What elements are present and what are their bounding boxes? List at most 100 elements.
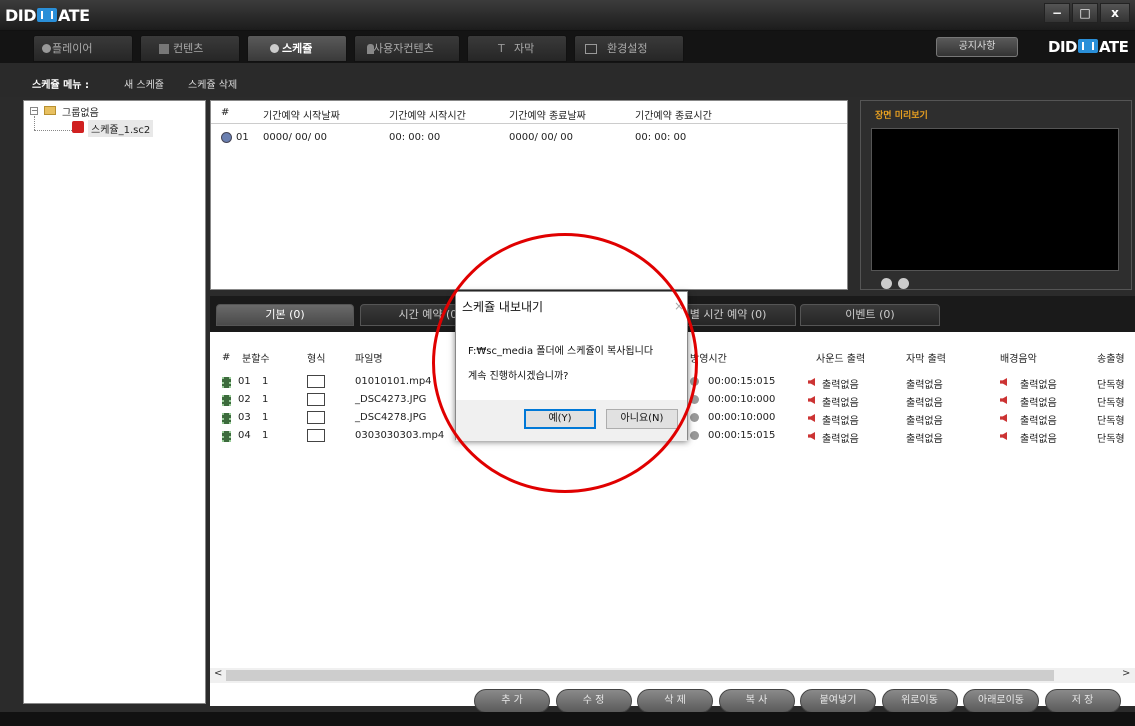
end-time[interactable]: 00: 00: 00 xyxy=(635,132,686,143)
notice-button[interactable]: 공지사항 xyxy=(936,37,1018,57)
tab-settings[interactable]: 환경설정 xyxy=(574,35,684,62)
start-time[interactable]: 00: 00: 00 xyxy=(389,132,440,143)
tab-basic[interactable]: 기본 (0) xyxy=(216,304,354,326)
row-number: 02 xyxy=(238,394,251,405)
horizontal-scrollbar[interactable]: < > xyxy=(210,668,1135,683)
bgm-output: 출력없음 xyxy=(1020,416,1057,427)
header-divider xyxy=(211,123,847,124)
collapse-icon[interactable]: − xyxy=(30,107,38,115)
add-button[interactable]: 추 가 xyxy=(474,689,550,713)
col-header: # xyxy=(222,352,231,363)
speaker-icon xyxy=(808,432,815,440)
bgm-output: 출력없음 xyxy=(1020,398,1057,409)
row-number: 04 xyxy=(238,430,251,441)
film-icon xyxy=(159,44,169,54)
schedule-menu-bar: 스케쥴 메뉴 : 새 스케쥴 스케쥴 삭제 xyxy=(0,63,1135,97)
tree-line xyxy=(34,130,72,131)
sound-output: 출력없음 xyxy=(822,434,859,445)
subtitle-output: 출력없음 xyxy=(906,416,943,427)
col-header: 기간예약 시작날짜 xyxy=(263,111,340,122)
paste-button[interactable]: 붙여넣기 xyxy=(800,689,876,713)
tab-contents[interactable]: 컨텐츠 xyxy=(140,35,240,62)
col-header: 기간예약 종료날짜 xyxy=(509,111,586,122)
move-down-button[interactable]: 아래로이동 xyxy=(963,689,1039,713)
tab-schedule[interactable]: 스케쥴 xyxy=(247,35,347,62)
clock-icon xyxy=(690,413,699,422)
col-header: 형식 xyxy=(307,354,326,365)
settings-icon xyxy=(585,44,597,54)
start-date[interactable]: 0000/ 00/ 00 xyxy=(263,132,327,143)
file-name: _DSC4273.JPG xyxy=(355,394,427,405)
format-box[interactable] xyxy=(307,375,325,388)
format-box[interactable] xyxy=(307,393,325,406)
subtitle-output: 출력없음 xyxy=(906,398,943,409)
status-bar xyxy=(0,712,1135,726)
minimize-button[interactable]: − xyxy=(1044,3,1070,23)
folder-icon xyxy=(44,106,56,115)
col-header: 분할수 xyxy=(242,354,270,365)
schedule-file-icon xyxy=(72,121,84,133)
col-header: 사운드 출력 xyxy=(816,354,866,365)
sound-output: 출력없음 xyxy=(822,380,859,391)
format-box[interactable] xyxy=(307,429,325,442)
move-up-button[interactable]: 위로이동 xyxy=(881,689,958,713)
scroll-left-icon[interactable]: < xyxy=(214,668,222,679)
split-count: 1 xyxy=(262,376,269,387)
speaker-icon xyxy=(1000,396,1007,404)
speaker-icon xyxy=(1000,414,1007,422)
tab-label: 환경설정 xyxy=(607,42,648,55)
user-icon xyxy=(367,44,374,54)
title-bar: DID ATE − □ x xyxy=(0,0,1135,31)
edit-button[interactable]: 수 정 xyxy=(555,689,632,713)
brand-logo: DID ATE xyxy=(1048,38,1129,56)
delete-schedule-link[interactable]: 스케쥴 삭제 xyxy=(188,76,237,91)
save-button[interactable]: 저 장 xyxy=(1044,689,1121,713)
new-schedule-link[interactable]: 새 스케쥴 xyxy=(124,76,164,91)
speaker-icon xyxy=(1000,378,1007,386)
tab-event[interactable]: 이벤트 (0) xyxy=(800,304,940,326)
tab-player[interactable]: 플레이어 xyxy=(33,35,133,62)
end-date[interactable]: 0000/ 00/ 00 xyxy=(509,132,573,143)
duration: 00:00:15:015 xyxy=(708,430,776,441)
bgm-output: 출력없음 xyxy=(1020,434,1057,445)
tab-subtitle[interactable]: T 자막 xyxy=(467,35,567,62)
tab-label: 플레이어 xyxy=(52,42,93,55)
split-count: 1 xyxy=(262,412,269,423)
tree-item-schedule[interactable]: 스케쥴_1.sc2 xyxy=(88,120,154,137)
scroll-right-icon[interactable]: > xyxy=(1122,668,1130,679)
copy-button[interactable]: 복 사 xyxy=(718,689,795,713)
speaker-icon xyxy=(808,414,815,422)
split-count: 1 xyxy=(262,394,269,405)
split-count: 1 xyxy=(262,430,269,441)
delete-button[interactable]: 삭 제 xyxy=(637,689,713,713)
row-number: 01 xyxy=(238,376,251,387)
schedule-menu-label: 스케쥴 메뉴 : xyxy=(32,80,89,91)
play-icon[interactable] xyxy=(881,278,892,289)
send-mode: 단독형 xyxy=(1097,380,1125,391)
scrollbar-thumb[interactable] xyxy=(226,670,1054,681)
close-button[interactable]: x xyxy=(1100,3,1130,23)
tab-user-contents[interactable]: 사용자컨텐츠 xyxy=(354,35,460,62)
row-number: 03 xyxy=(238,412,251,423)
file-name: 0303030303.mp4 xyxy=(355,430,445,441)
tree-root-label[interactable]: 그룹없음 xyxy=(62,104,99,119)
speaker-icon xyxy=(808,378,815,386)
bgm-output: 출력없음 xyxy=(1020,380,1057,391)
video-file-icon xyxy=(222,395,231,406)
preview-title: 장면 미리보기 xyxy=(875,111,928,121)
maximize-button[interactable]: □ xyxy=(1072,3,1098,23)
sound-output: 출력없음 xyxy=(822,416,859,427)
col-header: 기간예약 시작시간 xyxy=(389,111,466,122)
format-box[interactable] xyxy=(307,411,325,424)
tree-line xyxy=(34,116,35,130)
red-highlight-circle xyxy=(432,233,698,493)
duration: 00:00:15:015 xyxy=(708,376,776,387)
send-mode: 단독형 xyxy=(1097,416,1125,427)
video-file-icon xyxy=(222,413,231,424)
tab-label: 자막 xyxy=(514,42,535,55)
subtitle-output: 출력없음 xyxy=(906,434,943,445)
stop-icon[interactable] xyxy=(898,278,909,289)
duration: 00:00:10:000 xyxy=(708,394,776,405)
duration: 00:00:10:000 xyxy=(708,412,776,423)
send-mode: 단독형 xyxy=(1097,398,1125,409)
